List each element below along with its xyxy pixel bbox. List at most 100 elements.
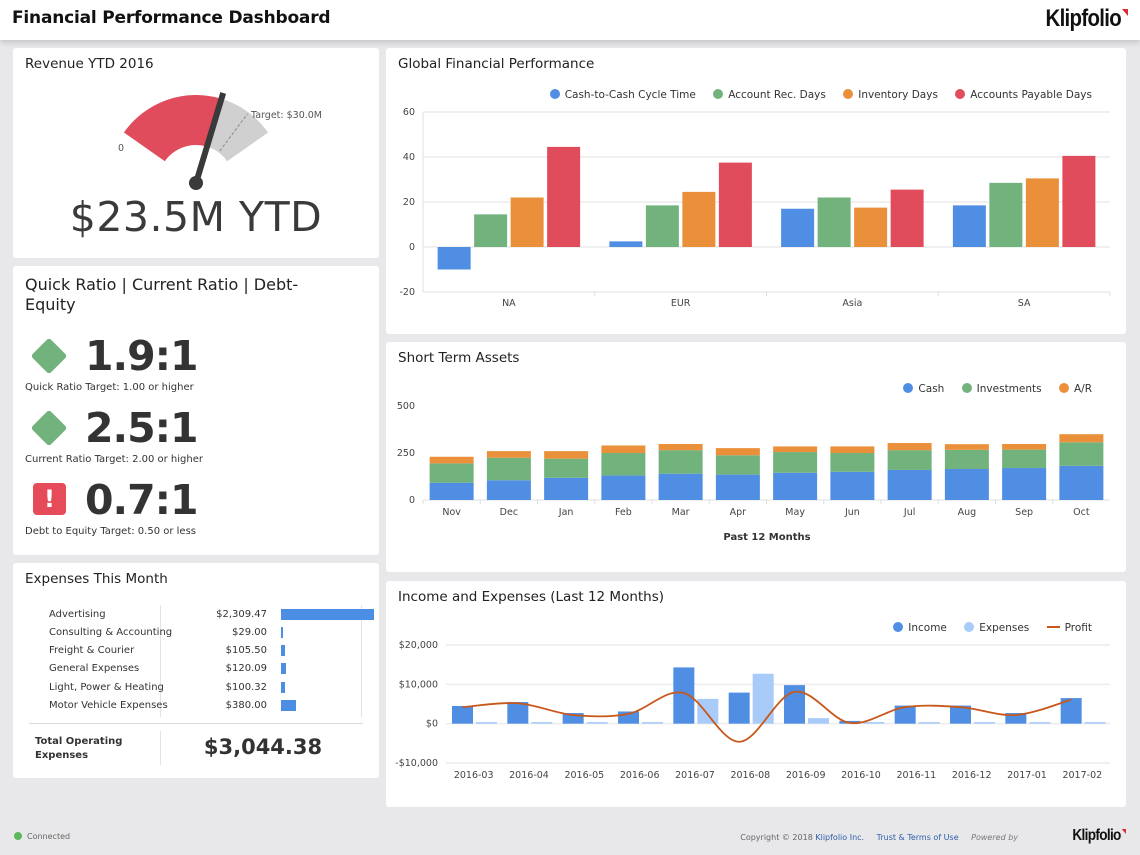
x-tick-label: Nov: [442, 507, 461, 518]
gauge-target-label: Target: $30.0M: [250, 110, 322, 121]
dashboard-title: Financial Performance Dashboard: [12, 8, 331, 28]
bar-a-r-feb: [601, 445, 646, 453]
bar-investments-sep: [1002, 449, 1047, 469]
income-combo-chart: $20,000 $10,000 $0 -$10,000 2016-03 2016-04 20…: [395, 640, 1110, 781]
y-tick-label: $20,000: [399, 640, 438, 651]
bar-investments-apr: [715, 455, 760, 475]
red-exclamation-icon: !: [33, 483, 66, 515]
income-expenses-card: Income and Expenses (Last 12 Months) Inc…: [386, 581, 1126, 807]
bar-expenses-2016-11: [918, 722, 940, 724]
bar-expenses-2016-03: [476, 722, 497, 724]
bar-expenses-2016-07: [697, 698, 719, 724]
bar-income-2016-08: [728, 692, 750, 724]
bar-accounts-payable-days-sa: [1062, 155, 1096, 247]
bar-inventory-days-asia: [854, 207, 888, 247]
x-tick-label: 2016-09: [786, 770, 826, 781]
x-tick-label: NA: [502, 298, 516, 309]
bar-expenses-2016-04: [531, 722, 553, 724]
footer-klipfolio-logo[interactable]: Klipfolio: [1073, 827, 1126, 845]
expense-amount: $100.32: [225, 682, 267, 693]
expense-row: General Expenses $120.09: [35, 661, 367, 679]
bar-expenses-2016-09: [808, 718, 829, 724]
x-tick-label: Jul: [903, 507, 915, 518]
expense-row: Motor Vehicle Expenses $380.00: [35, 698, 367, 716]
y-tick-label: 0: [409, 495, 415, 506]
bar-cash-aug: [944, 468, 989, 500]
x-tick-label: Feb: [615, 507, 632, 518]
bar-cash-apr: [715, 474, 760, 500]
bar-a-r-oct: [1059, 434, 1104, 443]
x-tick-label: Asia: [842, 298, 862, 309]
bar-a-r-dec: [486, 451, 531, 458]
x-tick-label: 2016-06: [620, 770, 660, 781]
expense-amount: $29.00: [232, 627, 267, 638]
bar-investments-mar: [658, 450, 703, 474]
klipfolio-logo[interactable]: Klipfolio: [1046, 5, 1128, 33]
x-tick-label: Aug: [958, 507, 977, 518]
expense-amount: $105.50: [225, 645, 267, 656]
current-ratio-target: Current Ratio Target: 2.00 or higher: [25, 454, 203, 465]
x-tick-label: 2016-05: [564, 770, 604, 781]
bar-cash-jun: [830, 471, 875, 500]
y-tick-label: 250: [397, 448, 415, 459]
bar-accounts-payable-days-eur: [718, 162, 752, 247]
revenue-card: Revenue YTD 2016 0 Target: $30.0M $23.5M…: [13, 48, 379, 258]
expense-name: Consulting & Accounting: [49, 627, 173, 638]
top-bar: Financial Performance Dashboard Klipfoli…: [0, 0, 1140, 40]
x-tick-label: Oct: [1073, 507, 1090, 518]
bar-a-r-aug: [944, 444, 989, 450]
total-value: $3,044.38: [203, 735, 323, 759]
x-tick-label: 2016-04: [509, 770, 549, 781]
bar-account-rec-days-sa: [989, 182, 1023, 247]
gauge-needle-hub: [189, 176, 203, 190]
bar-inventory-days-na: [510, 197, 544, 247]
terms-link[interactable]: Trust & Terms of Use: [877, 833, 959, 842]
expense-bar: [281, 682, 286, 693]
ratios-title-line1: Quick Ratio | Current Ratio | Debt-: [25, 275, 299, 294]
bar-investments-jul: [887, 450, 932, 470]
expense-bar: [281, 700, 297, 711]
bar-investments-jun: [830, 453, 875, 472]
bar-a-r-may: [773, 446, 818, 453]
green-diamond-icon: [30, 409, 68, 447]
bar-cash-jul: [887, 469, 932, 500]
assets-xlabel: Past 12 Months: [723, 532, 810, 543]
bar-cash-jan: [544, 477, 589, 500]
bar-expenses-2016-06: [642, 722, 663, 724]
bar-a-r-sep: [1002, 443, 1047, 450]
expense-bar: [281, 609, 374, 620]
bar-investments-jan: [544, 458, 589, 478]
gauge-min-label: 0: [118, 143, 124, 154]
bar-account-rec-days-asia: [817, 197, 851, 247]
bar-expenses-2016-05: [586, 722, 608, 724]
bar-a-r-jun: [830, 446, 875, 453]
expenses-title: Expenses This Month: [25, 571, 168, 587]
bar-a-r-mar: [658, 443, 703, 451]
x-tick-label: 2016-12: [952, 770, 992, 781]
green-diamond-icon: [30, 337, 68, 375]
footer: Connected Copyright © 2018 Klipfolio Inc…: [0, 820, 1140, 855]
expense-name: Freight & Courier: [49, 645, 135, 656]
copyright: Copyright © 2018 Klipfolio Inc. Trust & …: [740, 833, 1018, 842]
expense-bar: [281, 645, 286, 656]
bar-cash-to-cash-cycle-time-eur: [609, 241, 643, 247]
bar-a-r-jan: [544, 451, 589, 459]
expense-amount: $120.09: [225, 663, 267, 674]
connection-status: Connected: [14, 832, 70, 841]
revenue-gauge: 0 Target: $30.0M: [118, 92, 322, 190]
bar-expenses-2016-12: [974, 722, 995, 724]
expense-name: Light, Power & Heating: [49, 682, 164, 693]
quick-ratio-target: Quick Ratio Target: 1.00 or higher: [25, 382, 194, 393]
klipfolio-inc-link[interactable]: Klipfolio Inc.: [815, 833, 864, 842]
x-tick-label: Apr: [730, 507, 747, 518]
x-tick-label: SA: [1018, 298, 1031, 309]
x-tick-label: 2017-01: [1007, 770, 1047, 781]
total-divider: [160, 731, 161, 765]
expense-row: Advertising $2,309.47: [35, 607, 374, 625]
bar-investments-nov: [429, 463, 474, 483]
expense-amount: $2,309.47: [216, 609, 267, 620]
x-tick-label: Dec: [500, 507, 518, 518]
bar-cash-may: [773, 472, 818, 500]
bar-inventory-days-eur: [682, 191, 716, 247]
bar-income-2016-03: [452, 705, 473, 724]
